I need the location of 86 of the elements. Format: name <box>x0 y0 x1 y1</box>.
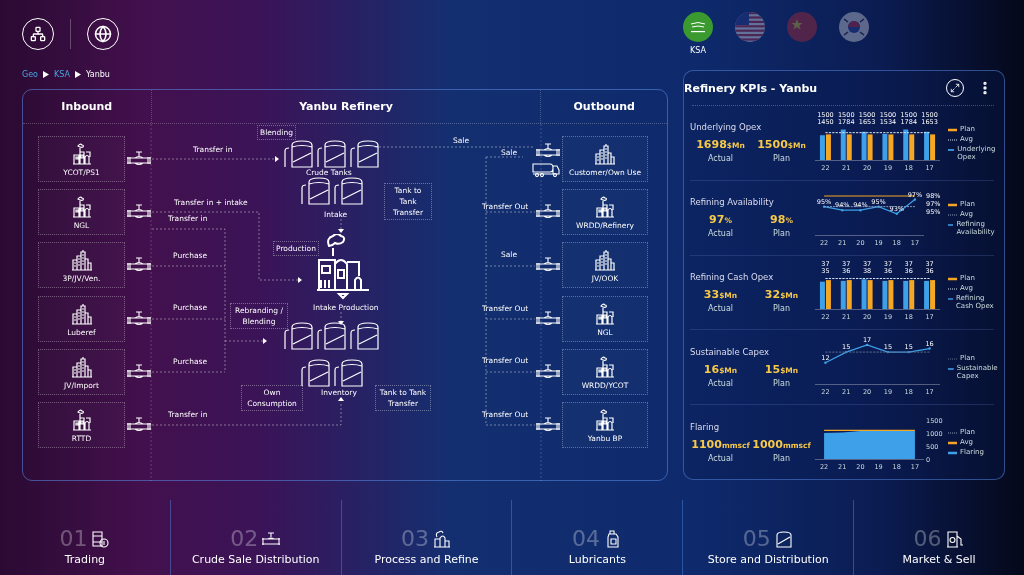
data-point <box>865 344 869 347</box>
nav-tab[interactable]: 04 Lubricants <box>511 500 683 575</box>
barrel-coin-icon <box>90 529 111 549</box>
column-heading: Yanbu Refinery <box>299 100 393 113</box>
factory-icon <box>69 247 94 272</box>
valve-icon <box>535 310 561 326</box>
breadcrumb-link[interactable]: Geo <box>22 70 38 79</box>
kpi-caption: Plan <box>773 304 790 313</box>
nav-tab[interactable]: 05 Store and Distribution <box>682 500 854 575</box>
breadcrumb-link[interactable]: Yanbu <box>85 70 110 79</box>
factory-icon <box>593 141 617 166</box>
nav-tab[interactable]: 03 Process and Refine <box>340 500 512 575</box>
valve-icon <box>126 150 152 166</box>
connector-arrow <box>338 311 344 325</box>
kpi-caption: Plan <box>773 229 790 239</box>
fuel-pump-icon <box>944 529 965 549</box>
data-point <box>928 347 931 351</box>
factory-icon <box>593 247 617 272</box>
factory-icon <box>69 301 94 326</box>
valve-icon <box>126 363 152 379</box>
panel-title: Refinery KPIs - Yanbu <box>684 81 819 95</box>
tank-icon <box>284 140 314 168</box>
nav-tab[interactable]: 06 Market & Sell <box>853 500 1024 575</box>
kpi-title: Refining Cash Opex <box>690 272 775 282</box>
tank-icon <box>350 322 380 350</box>
valve-icon <box>126 416 152 432</box>
plant-icon <box>593 301 617 326</box>
kpi-caption: Actual <box>707 453 734 463</box>
kpi-caption: Plan <box>773 453 790 463</box>
data-point <box>859 208 862 212</box>
plant-icon <box>593 194 617 219</box>
column-heading: Outbound <box>573 100 635 113</box>
chevron-icon <box>74 71 81 78</box>
data-point <box>907 351 910 354</box>
valve-icon <box>535 363 561 379</box>
plant-icon <box>593 407 617 432</box>
tank-icon <box>284 322 314 350</box>
data-point <box>845 351 848 354</box>
valve-icon <box>535 416 561 432</box>
kpi-caption: Plan <box>773 154 790 164</box>
valve-icon <box>126 256 152 272</box>
data-point <box>841 208 844 212</box>
kpi-title: Refining Availability <box>690 197 775 208</box>
data-point <box>913 198 917 201</box>
kpi-title: Underlying Opex <box>690 122 763 133</box>
tank-icon <box>317 322 347 350</box>
valve-icon <box>535 256 561 272</box>
tank-icon <box>301 177 331 205</box>
valve-icon <box>535 142 561 158</box>
data-point <box>822 205 826 208</box>
tank-icon <box>350 140 380 168</box>
flag-icon[interactable] <box>683 12 713 42</box>
factory-icon <box>69 354 94 379</box>
kpi-caption: Actual <box>707 378 734 388</box>
column-heading: Inbound <box>61 100 113 113</box>
data-point <box>824 361 827 365</box>
region-label: KSA <box>690 46 706 55</box>
valve-icon <box>126 310 152 326</box>
plant-icon <box>593 354 617 379</box>
nav-tab[interactable]: 02 Crude Sale Distribution <box>169 500 341 575</box>
tank-icon <box>773 529 794 549</box>
tank-icon <box>334 359 364 387</box>
step-number: 06 <box>913 528 942 550</box>
step-number: 05 <box>742 528 771 550</box>
step-number: 04 <box>571 528 600 550</box>
tanker-truck-icon <box>532 161 560 177</box>
step-number: 01 <box>59 528 88 550</box>
tank-icon <box>301 359 331 387</box>
valve-icon <box>535 203 561 219</box>
refinery-icon <box>432 529 453 549</box>
nav-tab[interactable]: 01 Trading <box>0 500 170 575</box>
data-point <box>895 212 898 215</box>
step-number: 03 <box>401 528 430 550</box>
kpi-caption: Plan <box>773 378 790 388</box>
kpi-caption: Actual <box>707 229 734 239</box>
kpi-title: Sustainable Capex <box>690 346 771 357</box>
kpi-caption: Actual <box>707 154 734 164</box>
tank-icon <box>317 140 347 168</box>
valve-icon <box>126 203 152 219</box>
data-point <box>877 205 880 208</box>
breadcrumb-link[interactable]: KSA <box>54 70 70 79</box>
kpi-caption: Actual <box>707 304 734 313</box>
step-number: 02 <box>230 528 259 550</box>
chevron-icon <box>43 71 49 78</box>
kpi-title: Flaring <box>690 421 721 432</box>
tank-icon <box>334 177 364 205</box>
